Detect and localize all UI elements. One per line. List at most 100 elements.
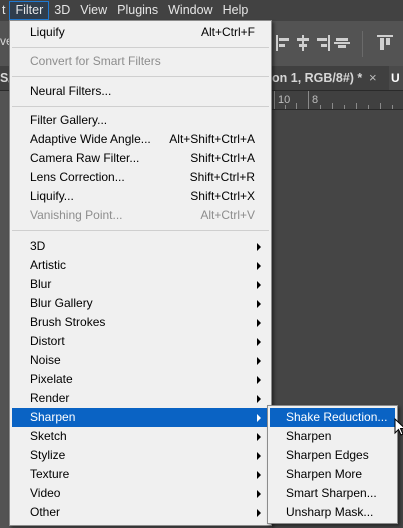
mouse-pointer-icon xyxy=(394,418,403,436)
align-middle-icon[interactable] xyxy=(334,35,350,55)
menu-filter[interactable]: Filter xyxy=(9,1,50,20)
menu-item-label: Other xyxy=(30,505,61,519)
menu-view[interactable]: View xyxy=(75,1,112,20)
align-right-icon[interactable] xyxy=(316,35,330,55)
submenu-item-unsharp-mask[interactable]: Unsharp Mask... xyxy=(270,503,395,522)
doc-tab-right-fragment[interactable]: U xyxy=(389,66,403,90)
align-center-icon[interactable] xyxy=(296,35,310,55)
menu-item-label: Filter Gallery... xyxy=(30,113,108,127)
menu-item-label: Neural Filters... xyxy=(30,84,112,98)
doc-tab-title[interactable]: on 1, RGB/8#) * xyxy=(272,66,366,90)
ruler-tick xyxy=(392,105,393,109)
submenu-arrow-icon xyxy=(257,319,261,327)
menu-item-label: Blur Gallery xyxy=(30,296,93,310)
menu-item-other[interactable]: Other xyxy=(12,503,269,522)
submenu-arrow-icon xyxy=(257,281,261,289)
submenu-item-shake-reduction[interactable]: Shake Reduction... xyxy=(270,408,395,427)
menu-item-distort[interactable]: Distort xyxy=(12,332,269,351)
menu-item-label: Distort xyxy=(30,334,65,348)
menu-separator xyxy=(12,230,269,231)
menu-item-label: Vanishing Point... xyxy=(30,208,123,222)
ruler-tick xyxy=(320,105,321,109)
submenu-arrow-icon xyxy=(257,490,261,498)
menu-item-lens-correction[interactable]: Lens Correction... Shift+Ctrl+R xyxy=(12,168,269,187)
menu-item-label: Lens Correction... xyxy=(30,170,125,184)
menu-item-stylize[interactable]: Stylize xyxy=(12,446,269,465)
menu-item-shortcut: Shift+Ctrl+A xyxy=(190,151,255,165)
menu-item-shortcut: Alt+Shift+Ctrl+A xyxy=(169,132,255,146)
menu-item-label: Adaptive Wide Angle... xyxy=(30,132,151,146)
options-divider xyxy=(362,31,363,57)
ruler-tick xyxy=(344,105,345,109)
ruler-tick xyxy=(356,103,357,109)
submenu-item-label: Smart Sharpen... xyxy=(286,486,377,500)
filter-menu: Liquify Alt+Ctrl+F Convert for Smart Fil… xyxy=(9,20,272,526)
menu-window[interactable]: Window xyxy=(163,1,217,20)
menu-item-blur-gallery[interactable]: Blur Gallery xyxy=(12,294,269,313)
menu-item-label: Stylize xyxy=(30,448,66,462)
ruler-tick xyxy=(380,103,381,109)
menu-item-camera-raw-filter[interactable]: Camera Raw Filter... Shift+Ctrl+A xyxy=(12,149,269,168)
submenu-arrow-icon xyxy=(257,395,261,403)
menu-item-label: Sharpen xyxy=(30,410,76,424)
ruler-label: 8 xyxy=(312,94,319,106)
menu-item-pixelate[interactable]: Pixelate xyxy=(12,370,269,389)
align-top-icon[interactable] xyxy=(377,35,393,55)
menu-item-sharpen[interactable]: Sharpen xyxy=(12,408,269,427)
menu-3d[interactable]: 3D xyxy=(49,1,75,20)
submenu-arrow-icon xyxy=(257,509,261,517)
submenu-arrow-icon xyxy=(257,300,261,308)
menu-item-label: Liquify... xyxy=(30,189,74,203)
menu-item-convert-smart-filters[interactable]: Convert for Smart Filters xyxy=(12,52,269,71)
menu-item-noise[interactable]: Noise xyxy=(12,351,269,370)
menu-bar: t Filter 3D View Plugins Window Help xyxy=(0,0,403,21)
menu-item-artistic[interactable]: Artistic xyxy=(12,256,269,275)
menu-item-label: Sketch xyxy=(30,429,67,443)
ruler-tick xyxy=(296,103,297,109)
ruler-tick xyxy=(274,91,275,109)
menu-item-sketch[interactable]: Sketch xyxy=(12,427,269,446)
submenu-item-sharpen-edges[interactable]: Sharpen Edges xyxy=(270,446,395,465)
menu-item-label: 3D xyxy=(30,239,46,253)
submenu-item-label: Sharpen More xyxy=(286,467,363,481)
menu-item-filter-gallery[interactable]: Filter Gallery... xyxy=(12,111,269,130)
menu-item-texture[interactable]: Texture xyxy=(12,465,269,484)
submenu-item-label: Shake Reduction... xyxy=(286,410,388,424)
submenu-item-label: Sharpen xyxy=(286,429,332,443)
submenu-arrow-icon xyxy=(257,376,261,384)
align-left-icon[interactable] xyxy=(276,35,290,55)
menu-item-label: Noise xyxy=(30,353,61,367)
menu-help[interactable]: Help xyxy=(218,1,254,20)
horizontal-ruler: 10 8 xyxy=(272,91,403,110)
menu-item-neural-filters[interactable]: Neural Filters... xyxy=(12,82,269,101)
submenu-item-smart-sharpen[interactable]: Smart Sharpen... xyxy=(270,484,395,503)
menu-item-3d[interactable]: 3D xyxy=(12,237,269,256)
menu-item-adaptive-wide-angle[interactable]: Adaptive Wide Angle... Alt+Shift+Ctrl+A xyxy=(12,130,269,149)
menu-separator xyxy=(12,47,269,48)
menu-item-shortcut: Alt+Ctrl+V xyxy=(200,208,255,222)
menu-item-vanishing-point[interactable]: Vanishing Point... Alt+Ctrl+V xyxy=(12,206,269,225)
tab-close-icon[interactable]: × xyxy=(369,66,377,90)
menu-separator xyxy=(12,106,269,107)
menu-item-liquify[interactable]: Liquify... Shift+Ctrl+X xyxy=(12,187,269,206)
ruler-tick xyxy=(332,103,333,109)
submenu-arrow-icon xyxy=(257,243,261,251)
menu-item-shortcut: Alt+Ctrl+F xyxy=(200,25,255,39)
menu-plugins[interactable]: Plugins xyxy=(112,1,163,20)
menu-item-brush-strokes[interactable]: Brush Strokes xyxy=(12,313,269,332)
menu-item-label: Pixelate xyxy=(30,372,73,386)
submenu-item-sharpen[interactable]: Sharpen xyxy=(270,427,395,446)
submenu-arrow-icon xyxy=(257,357,261,365)
menu-edit-fragment[interactable]: t xyxy=(0,1,9,20)
menu-item-label: Artistic xyxy=(30,258,66,272)
menu-item-label: Brush Strokes xyxy=(30,315,106,329)
menu-item-video[interactable]: Video xyxy=(12,484,269,503)
menu-item-shortcut: Shift+Ctrl+R xyxy=(189,170,255,184)
submenu-item-sharpen-more[interactable]: Sharpen More xyxy=(270,465,395,484)
menu-item-render[interactable]: Render xyxy=(12,389,269,408)
menu-separator xyxy=(12,76,269,77)
menu-item-liquify-last[interactable]: Liquify Alt+Ctrl+F xyxy=(12,23,269,42)
menu-item-label: Video xyxy=(30,486,61,500)
menu-item-blur[interactable]: Blur xyxy=(12,275,269,294)
menu-item-label: Render xyxy=(30,391,70,405)
